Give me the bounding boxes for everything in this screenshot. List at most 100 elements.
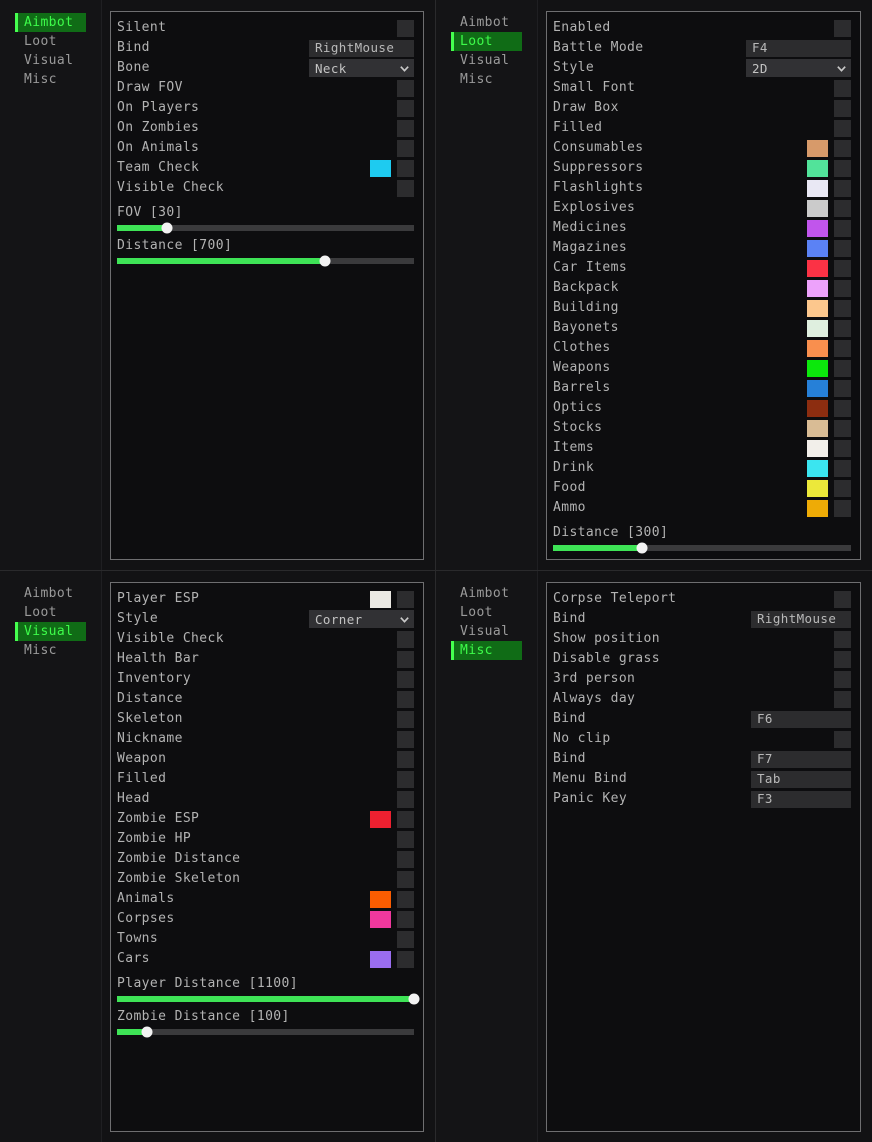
checkbox-player-esp[interactable] xyxy=(397,591,414,608)
checkbox-building[interactable] xyxy=(834,300,851,317)
checkbox-silent[interactable] xyxy=(397,20,414,37)
color-swatch-flashlights[interactable] xyxy=(807,180,828,197)
color-swatch-bayonets[interactable] xyxy=(807,320,828,337)
checkbox-optics[interactable] xyxy=(834,400,851,417)
dropdown-style[interactable]: 2D xyxy=(746,59,851,77)
sidebar-item-misc[interactable]: Misc xyxy=(15,70,86,89)
checkbox-drink[interactable] xyxy=(834,460,851,477)
color-swatch-team-check[interactable] xyxy=(370,160,391,177)
checkbox-zombie-hp[interactable] xyxy=(397,831,414,848)
checkbox-inventory[interactable] xyxy=(397,671,414,688)
checkbox-always-day[interactable] xyxy=(834,691,851,708)
color-swatch-stocks[interactable] xyxy=(807,420,828,437)
color-swatch-barrels[interactable] xyxy=(807,380,828,397)
checkbox-explosives[interactable] xyxy=(834,200,851,217)
checkbox-car-items[interactable] xyxy=(834,260,851,277)
color-swatch-car-items[interactable] xyxy=(807,260,828,277)
bind-field-bind[interactable]: RightMouse xyxy=(309,40,414,57)
checkbox-magazines[interactable] xyxy=(834,240,851,257)
color-swatch-suppressors[interactable] xyxy=(807,160,828,177)
checkbox-on-zombies[interactable] xyxy=(397,120,414,137)
checkbox-distance[interactable] xyxy=(397,691,414,708)
checkbox-clothes[interactable] xyxy=(834,340,851,357)
slider-distance[interactable]: Distance [700] xyxy=(117,237,414,264)
checkbox-disable-grass[interactable] xyxy=(834,651,851,668)
sidebar-item-misc[interactable]: Misc xyxy=(451,70,522,89)
color-swatch-food[interactable] xyxy=(807,480,828,497)
color-swatch-magazines[interactable] xyxy=(807,240,828,257)
sidebar-item-loot[interactable]: Loot xyxy=(15,32,86,51)
color-swatch-ammo[interactable] xyxy=(807,500,828,517)
checkbox-health-bar[interactable] xyxy=(397,651,414,668)
checkbox-on-animals[interactable] xyxy=(397,140,414,157)
checkbox-suppressors[interactable] xyxy=(834,160,851,177)
sidebar-item-misc[interactable]: Misc xyxy=(15,641,86,660)
slider-player-distance[interactable]: Player Distance [1100] xyxy=(117,975,414,1002)
checkbox-stocks[interactable] xyxy=(834,420,851,437)
color-swatch-explosives[interactable] xyxy=(807,200,828,217)
color-swatch-weapons[interactable] xyxy=(807,360,828,377)
checkbox-skeleton[interactable] xyxy=(397,711,414,728)
slider-fov[interactable]: FOV [30] xyxy=(117,204,414,231)
checkbox-zombie-skeleton[interactable] xyxy=(397,871,414,888)
color-swatch-optics[interactable] xyxy=(807,400,828,417)
slider-knob[interactable] xyxy=(162,223,173,234)
color-swatch-building[interactable] xyxy=(807,300,828,317)
color-swatch-clothes[interactable] xyxy=(807,340,828,357)
slider-track[interactable] xyxy=(117,1029,414,1035)
checkbox-filled[interactable] xyxy=(397,771,414,788)
bind-field-menu-bind[interactable]: Tab xyxy=(751,771,851,788)
checkbox-visible-check[interactable] xyxy=(397,631,414,648)
checkbox-draw-fov[interactable] xyxy=(397,80,414,97)
color-swatch-cars[interactable] xyxy=(370,951,391,968)
bind-field-bind[interactable]: F7 xyxy=(751,751,851,768)
checkbox-cars[interactable] xyxy=(397,951,414,968)
slider-knob[interactable] xyxy=(409,994,420,1005)
slider-track[interactable] xyxy=(553,545,851,551)
checkbox-head[interactable] xyxy=(397,791,414,808)
slider-track[interactable] xyxy=(117,996,414,1002)
checkbox-weapons[interactable] xyxy=(834,360,851,377)
slider-zombie-distance[interactable]: Zombie Distance [100] xyxy=(117,1008,414,1035)
slider-knob[interactable] xyxy=(141,1027,152,1038)
checkbox-bayonets[interactable] xyxy=(834,320,851,337)
sidebar-item-visual[interactable]: Visual xyxy=(15,51,86,70)
checkbox-enabled[interactable] xyxy=(834,20,851,37)
color-swatch-zombie-esp[interactable] xyxy=(370,811,391,828)
sidebar-item-aimbot[interactable]: Aimbot xyxy=(15,13,86,32)
color-swatch-backpack[interactable] xyxy=(807,280,828,297)
dropdown-bone[interactable]: Neck xyxy=(309,59,414,77)
checkbox-food[interactable] xyxy=(834,480,851,497)
color-swatch-consumables[interactable] xyxy=(807,140,828,157)
checkbox-animals[interactable] xyxy=(397,891,414,908)
slider-knob[interactable] xyxy=(637,543,648,554)
sidebar-item-loot[interactable]: Loot xyxy=(451,32,522,51)
checkbox-corpse-teleport[interactable] xyxy=(834,591,851,608)
sidebar-item-misc[interactable]: Misc xyxy=(451,641,522,660)
checkbox-towns[interactable] xyxy=(397,931,414,948)
slider-distance[interactable]: Distance [300] xyxy=(553,524,851,551)
sidebar-item-aimbot[interactable]: Aimbot xyxy=(451,584,522,603)
color-swatch-corpses[interactable] xyxy=(370,911,391,928)
slider-knob[interactable] xyxy=(319,256,330,267)
checkbox-corpses[interactable] xyxy=(397,911,414,928)
sidebar-item-aimbot[interactable]: Aimbot xyxy=(451,13,522,32)
bind-field-bind[interactable]: RightMouse xyxy=(751,611,851,628)
slider-track[interactable] xyxy=(117,258,414,264)
checkbox-no-clip[interactable] xyxy=(834,731,851,748)
checkbox-items[interactable] xyxy=(834,440,851,457)
sidebar-item-visual[interactable]: Visual xyxy=(451,51,522,70)
checkbox-weapon[interactable] xyxy=(397,751,414,768)
checkbox-zombie-distance[interactable] xyxy=(397,851,414,868)
sidebar-item-loot[interactable]: Loot xyxy=(451,603,522,622)
bind-field-bind[interactable]: F6 xyxy=(751,711,851,728)
checkbox-team-check[interactable] xyxy=(397,160,414,177)
checkbox-small-font[interactable] xyxy=(834,80,851,97)
checkbox-on-players[interactable] xyxy=(397,100,414,117)
sidebar-item-visual[interactable]: Visual xyxy=(15,622,86,641)
bind-field-panic-key[interactable]: F3 xyxy=(751,791,851,808)
checkbox-nickname[interactable] xyxy=(397,731,414,748)
slider-track[interactable] xyxy=(117,225,414,231)
sidebar-item-aimbot[interactable]: Aimbot xyxy=(15,584,86,603)
color-swatch-animals[interactable] xyxy=(370,891,391,908)
